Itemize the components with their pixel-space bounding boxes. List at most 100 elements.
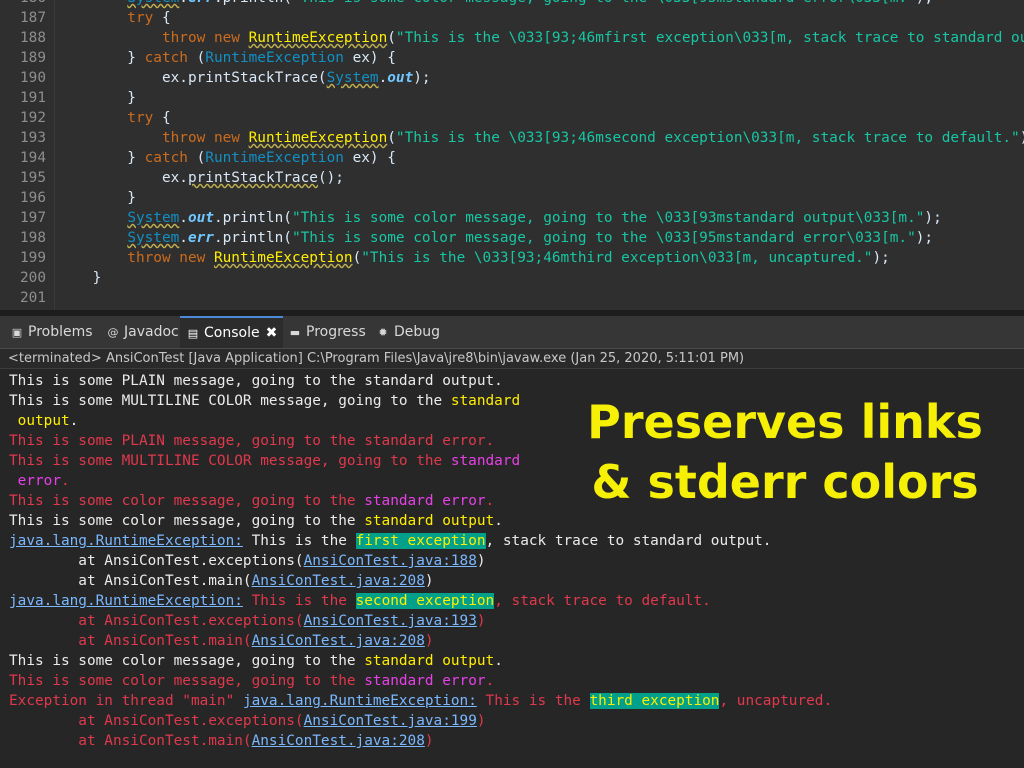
code-token: System: [326, 70, 379, 86]
close-icon[interactable]: ✖: [266, 325, 278, 341]
code-token: "This is the \033[93;46msecond exception…: [395, 130, 1020, 146]
console-segment: .: [60, 473, 70, 489]
tab-progress[interactable]: ▬ Progress: [282, 316, 372, 348]
code-token: err: [188, 0, 214, 6]
line-number: 186: [0, 0, 46, 8]
console-segment: at AnsiConTest.exceptions(: [9, 613, 304, 629]
code-token: }: [58, 270, 102, 286]
console-link[interactable]: java.lang.RuntimeException:: [9, 533, 243, 549]
console-line: This is some MULTILINE COLOR message, go…: [9, 391, 520, 411]
tab-label: Progress: [306, 324, 366, 340]
code-token: ex.: [58, 170, 188, 186]
code-token: ex) {: [343, 150, 396, 166]
code-token: {: [153, 110, 171, 126]
console-line: This is some color message, going to the…: [9, 491, 494, 511]
code-token: .: [179, 230, 188, 246]
code-token: );: [915, 230, 934, 246]
line-number: 199: [20, 250, 46, 266]
console-link[interactable]: AnsiConTest.java:188: [304, 553, 477, 569]
console-line: at AnsiConTest.main(AnsiConTest.java:208…: [9, 571, 434, 591]
code-token: "This is the \033[93;46mfirst exception\…: [395, 30, 1024, 46]
console-link[interactable]: AnsiConTest.java:208: [252, 573, 425, 589]
console-segment: standard: [450, 393, 521, 409]
console-link[interactable]: AnsiConTest.java:193: [304, 613, 477, 629]
code-token: System: [127, 230, 180, 246]
console-segment: ): [476, 713, 486, 729]
code-token: }: [58, 190, 136, 206]
console-segment: This is some MULTILINE COLOR message, go…: [9, 393, 451, 409]
console-link[interactable]: AnsiConTest.java:208: [252, 733, 425, 749]
code-text: System.out.println("This is some color m…: [58, 208, 941, 228]
console-segment: standard error: [364, 673, 486, 689]
line-number: 198: [20, 230, 46, 246]
line-number: 187: [20, 10, 46, 26]
code-token: catch: [144, 50, 188, 66]
code-token: }: [58, 50, 145, 66]
console-line: at AnsiConTest.exceptions(AnsiConTest.ja…: [9, 551, 485, 571]
code-token: out: [187, 210, 214, 226]
code-token: throw new: [58, 250, 206, 266]
code-token: );: [1020, 130, 1024, 146]
code-text: throw new RuntimeException("This is the …: [58, 128, 1024, 148]
console-segment: .: [494, 513, 503, 529]
console-segment: third exception: [589, 693, 720, 709]
code-editor[interactable]: 186 System.err.println("This is some col…: [0, 0, 1024, 310]
code-token: (: [387, 130, 396, 146]
console-line: at AnsiConTest.main(AnsiConTest.java:208…: [9, 631, 433, 651]
console-link[interactable]: AnsiConTest.java:199: [304, 713, 477, 729]
code-text: throw new RuntimeException("This is the …: [58, 28, 1024, 48]
console-line: This is some color message, going to the…: [9, 671, 494, 691]
console-segment: output: [9, 413, 70, 429]
code-token: {: [153, 10, 171, 26]
tab-console[interactable]: ▤ Console ✖: [180, 316, 284, 348]
console-line: at AnsiConTest.main(AnsiConTest.java:208…: [9, 731, 433, 751]
line-number: 193: [20, 130, 46, 146]
code-token: RuntimeException: [248, 130, 388, 146]
tab-label: Javadoc: [124, 324, 179, 340]
code-token: try: [58, 110, 154, 126]
console-segment: ): [424, 573, 434, 589]
console-segment: This is some color message, going to the: [9, 513, 365, 529]
console-icon: ▤: [187, 327, 199, 340]
progress-icon: ▬: [289, 326, 301, 339]
console-segment: standard error: [364, 493, 486, 509]
code-token: ();: [317, 170, 344, 186]
console-segment: second exception: [355, 593, 495, 609]
code-token: );: [872, 250, 890, 266]
code-text: throw new RuntimeException("This is the …: [58, 248, 890, 268]
console-status-line: <terminated> AnsiConTest [Java Applicati…: [0, 349, 1024, 369]
console-link[interactable]: java.lang.RuntimeException:: [243, 693, 477, 709]
tab-javadoc[interactable]: @ Javadoc: [100, 316, 185, 348]
code-text: try {: [58, 108, 171, 128]
console-link[interactable]: java.lang.RuntimeException:: [9, 593, 243, 609]
code-token: err: [187, 230, 214, 246]
console-segment: standard output: [364, 653, 495, 669]
console-segment: at AnsiConTest.exceptions(: [9, 553, 304, 569]
line-number: 191: [20, 90, 46, 106]
line-number: 194: [20, 150, 46, 166]
console-line: Exception in thread "main" java.lang.Run…: [9, 691, 832, 711]
code-token: out: [387, 70, 414, 86]
console-segment: .: [485, 673, 495, 689]
tab-debug[interactable]: ✹ Debug: [370, 316, 446, 348]
console-line: error.: [9, 471, 70, 491]
code-token: System: [127, 0, 179, 6]
code-token: }: [58, 150, 145, 166]
console-link[interactable]: AnsiConTest.java:208: [252, 633, 425, 649]
code-token: throw new: [58, 30, 240, 46]
code-token: RuntimeException: [248, 30, 388, 46]
view-tabs: ▣ Problems @ Javadoc ▤ Console ✖ ▬ Progress ✹ Debu…: [0, 316, 1024, 349]
console-segment: , stack trace to standard output.: [485, 533, 772, 549]
code-token: catch: [144, 150, 188, 166]
console-segment: , stack trace to default.: [494, 593, 711, 609]
tab-problems[interactable]: ▣ Problems: [4, 316, 99, 348]
code-token: "This is the \033[93;46mthird exception\…: [361, 250, 873, 266]
console-line: at AnsiConTest.exceptions(AnsiConTest.ja…: [9, 711, 486, 731]
code-text: }: [58, 88, 136, 108]
code-token: ex.printStackTrace(: [58, 70, 327, 86]
console-segment: This is the: [242, 593, 356, 609]
tab-label: Debug: [394, 324, 441, 340]
